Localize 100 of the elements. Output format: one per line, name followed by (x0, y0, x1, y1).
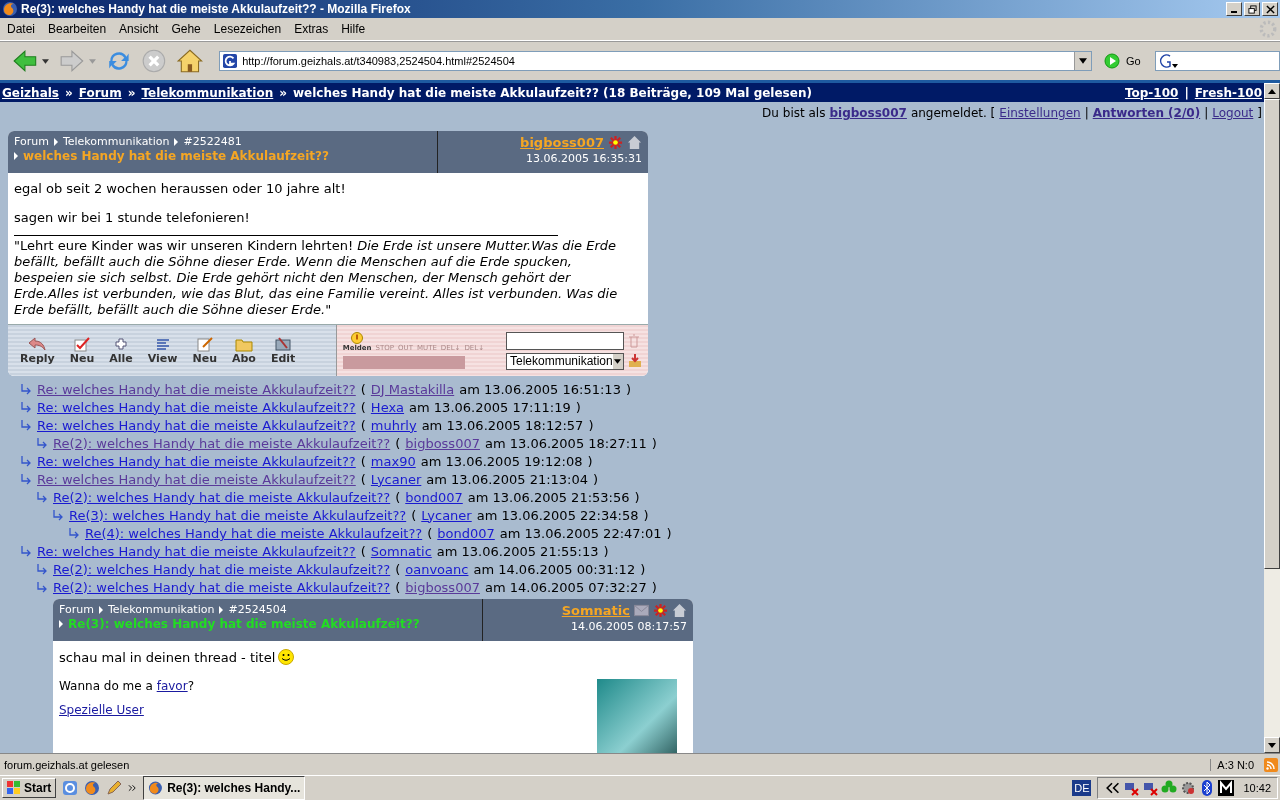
nav-link[interactable]: Fresh-100 (1194, 85, 1262, 100)
search-engine-icon[interactable] (1158, 53, 1179, 69)
nav-link[interactable]: Top-100 (1124, 85, 1179, 100)
moderation-input[interactable] (506, 331, 624, 350)
post-breadcrumb[interactable]: #2522481 (183, 135, 242, 148)
post-breadcrumb[interactable]: Telekommunikation (107, 603, 215, 616)
post-date: am 13.06.2005 21:55:13 (436, 543, 599, 559)
stop-icon[interactable] (141, 48, 168, 74)
reply-link[interactable]: Re: welches Handy hat die meiste Akkulaufzeit?? (37, 417, 356, 433)
reply-arrow-icon (20, 545, 32, 557)
author-link[interactable]: Lycaner (421, 507, 472, 523)
author-link[interactable]: bond007 (437, 525, 495, 541)
firefox-icon[interactable] (84, 780, 101, 796)
menu-item[interactable]: Extras (289, 22, 337, 36)
reply-link[interactable]: Re: welches Handy hat die meiste Akkulaufzeit?? (37, 543, 356, 559)
author-link[interactable]: bond007 (405, 489, 463, 505)
home-icon[interactable] (177, 48, 204, 74)
author-link[interactable]: Lycaner (370, 471, 422, 487)
reply-link[interactable]: Re(4): welches Handy hat die meiste Akkulaufzeit?? (85, 525, 423, 541)
author-link[interactable]: DJ Mastakilla (370, 381, 455, 397)
reply-link[interactable]: Re(2): welches Handy hat die meiste Akkulaufzeit?? (53, 579, 391, 595)
action-button[interactable]: Alle (109, 336, 133, 365)
post-breadcrumb[interactable]: Forum (59, 603, 94, 616)
reply-link[interactable]: Re: welches Handy hat die meiste Akkulaufzeit?? (37, 471, 356, 487)
action-button[interactable]: Neu (192, 336, 217, 365)
username-link[interactable]: bigboss007 (829, 106, 907, 128)
gear-icon[interactable] (1180, 780, 1197, 796)
bracket-text: ( (395, 561, 401, 577)
reply-link[interactable]: Re: welches Handy hat die meiste Akkulaufzeit?? (37, 381, 356, 397)
vertical-scrollbar[interactable] (1264, 83, 1280, 753)
reply-link[interactable]: Re(3): welches Handy hat die meiste Akkulaufzeit?? (69, 507, 407, 523)
action-button[interactable]: Neu (69, 336, 95, 365)
menu-item[interactable]: Gehe (166, 22, 209, 36)
action-button[interactable]: Edit (270, 336, 296, 365)
restore-button[interactable] (1244, 2, 1260, 16)
browser-icon[interactable] (62, 780, 79, 796)
reply-link[interactable]: Re(2): welches Handy hat die meiste Akkulaufzeit?? (53, 561, 391, 577)
pencil-icon[interactable] (106, 780, 123, 796)
author-link[interactable]: Hexa (370, 399, 405, 415)
envelope-icon[interactable] (634, 603, 649, 618)
forum-select[interactable]: Telekommunikation (506, 352, 624, 370)
login-text: Du bist als (762, 106, 826, 122)
dropdown-caret-icon[interactable] (41, 58, 49, 64)
reply-link[interactable]: Re(2): welches Handy hat die meiste Akkulaufzeit?? (53, 489, 391, 505)
post-title: Re(3): welches Handy hat die meiste Akkulaufzeit?? (68, 617, 420, 631)
author-link[interactable]: bigboss007 (405, 435, 480, 451)
clock: 10:42 (1243, 782, 1271, 794)
menu-item[interactable]: Lesezeichen (208, 22, 290, 36)
replies-link[interactable]: Antworten (2/0) (1092, 106, 1201, 128)
account-link[interactable]: Einstellungen (999, 106, 1081, 128)
scroll-down-icon[interactable] (1268, 742, 1276, 748)
menu-item[interactable]: Ansicht (114, 22, 167, 36)
reply-arrow-icon (52, 509, 64, 521)
breadcrumb-link[interactable]: Geizhals (2, 85, 59, 100)
account-link[interactable]: Logout (1212, 106, 1254, 128)
close-button[interactable] (1262, 2, 1278, 16)
taskbar-window-button[interactable]: Re(3): welches Handy... (143, 776, 306, 800)
rss-icon[interactable] (1264, 757, 1278, 772)
start-button[interactable]: Start (2, 778, 57, 798)
move-icon[interactable] (628, 353, 642, 368)
post-breadcrumb[interactable]: Telekommunikation (62, 135, 170, 148)
post-breadcrumb[interactable]: #2524504 (228, 603, 287, 616)
author-link[interactable]: muhrly (370, 417, 417, 433)
letter-m-icon[interactable] (1218, 780, 1235, 796)
chevron-icon[interactable] (1104, 780, 1121, 796)
menu-item[interactable]: Hilfe (336, 22, 374, 36)
action-button[interactable]: View (147, 336, 178, 365)
author-link[interactable]: oanvoanc (405, 561, 469, 577)
bracket-text: ) (651, 579, 657, 595)
minimize-button[interactable] (1226, 2, 1242, 16)
dropdown-caret-icon[interactable] (614, 358, 622, 364)
signature-link[interactable]: Spezielle User (59, 703, 144, 717)
network-error-icon[interactable] (1123, 780, 1140, 796)
search-field[interactable] (1154, 51, 1280, 71)
menu-item[interactable]: Datei (2, 22, 43, 36)
author-link[interactable]: max90 (370, 453, 416, 469)
go-button[interactable]: Go (1104, 53, 1141, 69)
chevron-icon[interactable] (128, 784, 138, 792)
scroll-up-icon[interactable] (1268, 88, 1276, 94)
breadcrumb-link[interactable]: Telekommunikation (141, 85, 274, 100)
signature-link[interactable]: favor (156, 679, 188, 693)
language-indicator[interactable]: DE (1072, 780, 1092, 796)
thread-title: welches Handy hat die meiste Akkulaufzeit?? (18 Beiträge, 109 Mal gelesen) (293, 85, 812, 100)
dropdown-caret-icon[interactable] (1079, 58, 1087, 64)
menu-item[interactable]: Bearbeiten (43, 22, 115, 36)
action-button[interactable]: Reply (20, 336, 55, 365)
home-icon[interactable] (672, 603, 687, 618)
network-error-icon[interactable] (1142, 780, 1159, 796)
reply-link[interactable]: Re: welches Handy hat die meiste Akkulaufzeit?? (37, 399, 356, 415)
author-link[interactable]: Somnatic (370, 543, 432, 559)
reply-link[interactable]: Re: welches Handy hat die meiste Akkulaufzeit?? (37, 453, 356, 469)
author-link[interactable]: bigboss007 (405, 579, 480, 595)
home-icon[interactable] (627, 135, 642, 150)
url-field[interactable]: http://forum.geizhals.at/t340983,2524504.html#2524504 (219, 51, 1092, 71)
reply-link[interactable]: Re(2): welches Handy hat die meiste Akkulaufzeit?? (53, 435, 391, 451)
action-button[interactable]: Abo (232, 336, 256, 365)
status-counter: A:3 N:0 (1210, 758, 1260, 771)
breadcrumb-link[interactable]: Forum (78, 85, 122, 100)
windows-logo (7, 781, 21, 795)
post-breadcrumb[interactable]: Forum (14, 135, 49, 148)
